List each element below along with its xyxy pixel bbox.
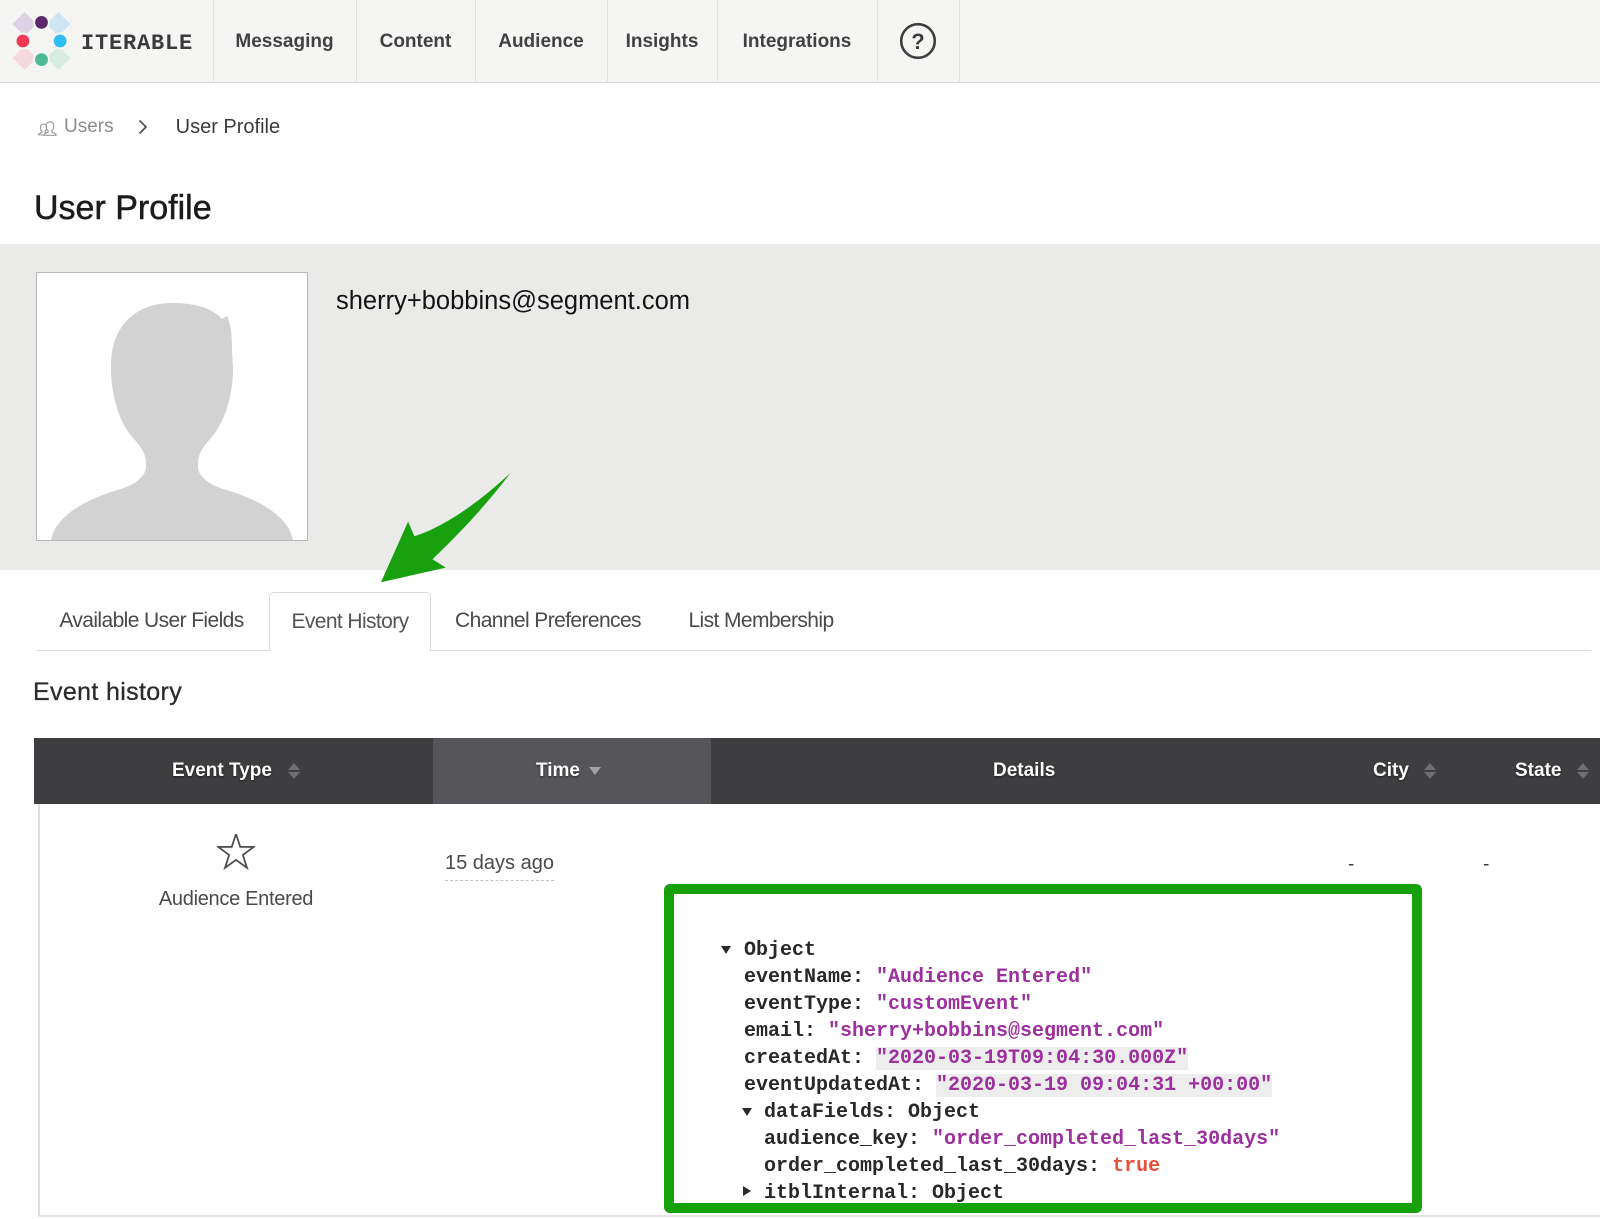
svg-text:?: ? [911, 29, 924, 54]
